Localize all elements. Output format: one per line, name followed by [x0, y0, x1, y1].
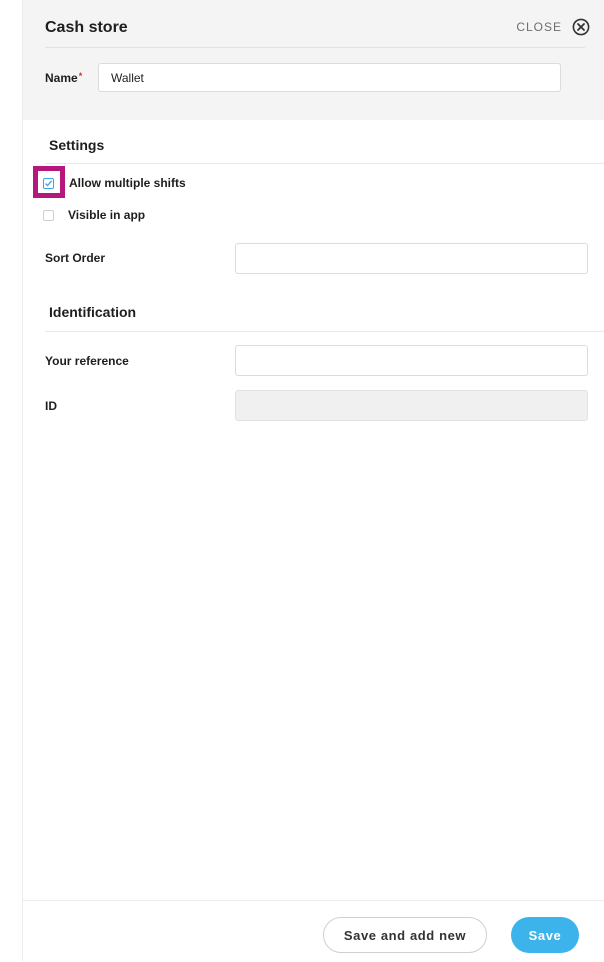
id-input [235, 390, 588, 421]
visible-in-app-label[interactable]: Visible in app [68, 208, 145, 222]
save-and-add-new-button[interactable]: Save and add new [323, 917, 487, 953]
allow-multiple-shifts-checkbox[interactable] [43, 178, 54, 189]
close-button[interactable]: CLOSE [516, 18, 590, 36]
settings-divider [45, 163, 604, 164]
name-input[interactable] [98, 63, 561, 92]
sort-order-label: Sort Order [45, 251, 106, 265]
panel-footer: Save and add new Save [23, 900, 604, 962]
visible-in-app-checkbox[interactable] [43, 210, 54, 221]
your-reference-label: Your reference [45, 354, 129, 368]
your-reference-input[interactable] [235, 345, 588, 376]
close-label: CLOSE [516, 20, 562, 34]
required-mark: * [78, 71, 83, 81]
id-label: ID [45, 399, 57, 413]
identification-section-title: Identification [49, 304, 137, 320]
save-button[interactable]: Save [511, 917, 579, 953]
settings-section-title: Settings [49, 137, 105, 153]
sort-order-input[interactable] [235, 243, 588, 274]
name-label: Name* [45, 71, 82, 85]
cash-store-panel: Cash store CLOSE Name* Settings Allow mu… [22, 0, 604, 962]
name-label-text: Name [45, 71, 78, 85]
header-divider [45, 47, 585, 48]
page-title: Cash store [45, 19, 128, 36]
identification-divider [45, 331, 604, 332]
panel-header: Cash store CLOSE Name* [23, 0, 604, 120]
close-icon [572, 18, 590, 36]
allow-multiple-shifts-label[interactable]: Allow multiple shifts [69, 176, 186, 190]
checkmark-icon [45, 180, 53, 187]
